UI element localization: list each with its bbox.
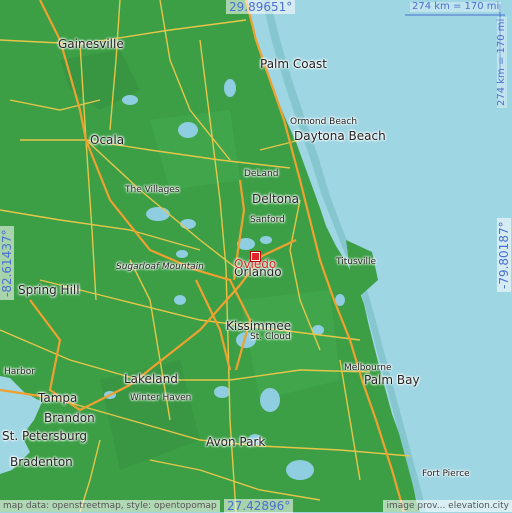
city-lakeland[interactable]: Lakeland [124, 373, 178, 385]
scale-label-top: 274 km = 170 mi [410, 1, 502, 12]
city-brandon[interactable]: Brandon [44, 412, 95, 424]
city-titusville[interactable]: Titusville [336, 258, 376, 267]
map-attribution[interactable]: map data: openstreetmap, style: opentopo… [0, 500, 220, 512]
city-deltona[interactable]: Deltona [252, 193, 299, 205]
city-kissimmee[interactable]: Kissimmee [226, 320, 291, 332]
right-longitude-label: -79.80187° [497, 218, 511, 292]
city-avon-park[interactable]: Avon Park [206, 436, 265, 448]
city-winter-haven[interactable]: Winter Haven [130, 394, 191, 403]
city-st-petersburg[interactable]: St. Petersburg [2, 430, 87, 442]
city-tampa[interactable]: Tampa [38, 392, 77, 404]
city-gainesville[interactable]: Gainesville [58, 38, 124, 50]
city-st-cloud[interactable]: St. Cloud [250, 333, 291, 342]
city-bradenton[interactable]: Bradenton [10, 456, 73, 468]
selected-location-marker[interactable] [251, 252, 260, 261]
city-fort-pierce[interactable]: Fort Pierce [422, 470, 470, 479]
city-ocala[interactable]: Ocala [90, 134, 124, 146]
left-longitude-label: -82.61437° [0, 226, 14, 300]
city-sanford[interactable]: Sanford [250, 216, 285, 225]
city-daytona-beach[interactable]: Daytona Beach [294, 130, 386, 142]
city-palm-coast[interactable]: Palm Coast [260, 58, 327, 70]
scale-label-right: 274 km = 170 mi [496, 16, 507, 108]
city-deland[interactable]: DeLand [244, 170, 278, 179]
city-palm-bay[interactable]: Palm Bay [364, 374, 420, 386]
city-melbourne[interactable]: Melbourne [344, 364, 392, 373]
city-harbor[interactable]: Harbor [4, 368, 35, 377]
city-the-villages[interactable]: The Villages [125, 186, 180, 195]
bottom-latitude-label: 27.42896° [224, 499, 294, 513]
top-latitude-label: 29.89651° [226, 0, 296, 14]
city-ormond-beach[interactable]: Ormond Beach [290, 118, 357, 127]
image-attribution[interactable]: image prov... elevation.city [383, 500, 512, 512]
city-spring-hill[interactable]: Spring Hill [18, 284, 80, 296]
city-sugarloaf-mountain[interactable]: Sugarloaf Mountain [116, 263, 204, 272]
